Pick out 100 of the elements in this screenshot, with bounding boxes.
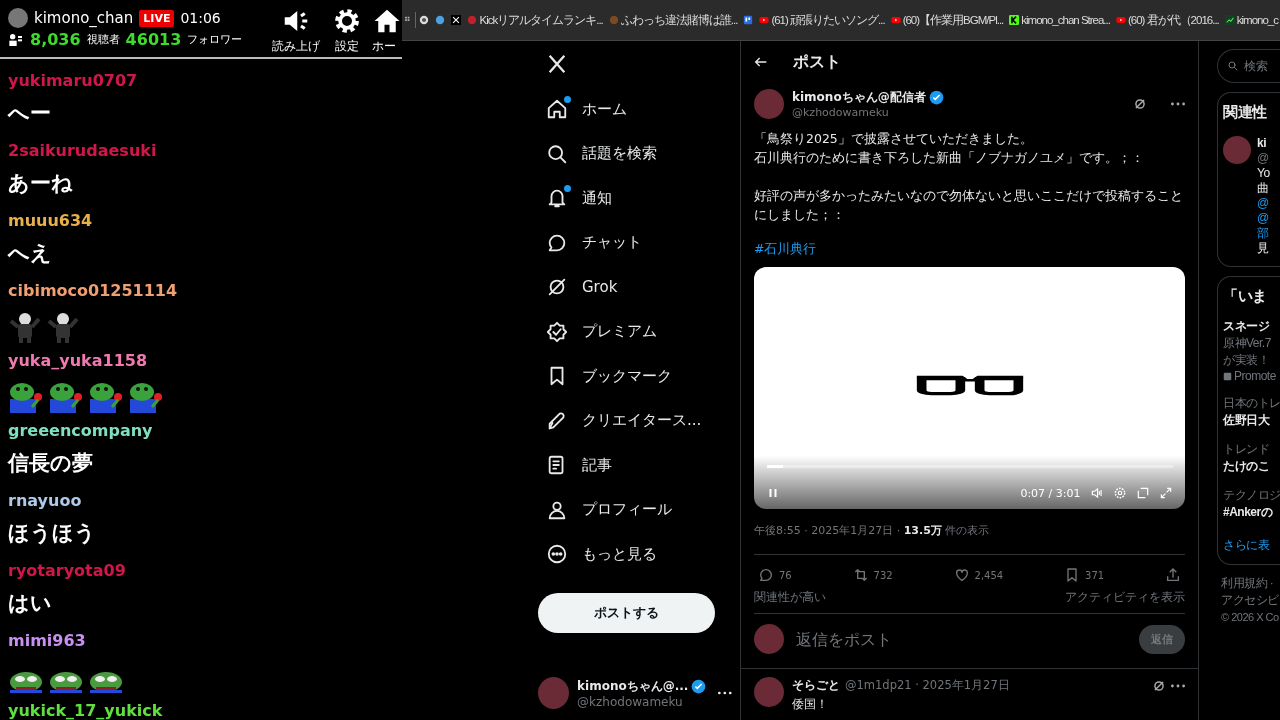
more-icon [546, 543, 568, 566]
chat-username: yukimaru0707 [8, 71, 139, 92]
elapsed-time: 01:06 [180, 10, 221, 26]
toolbar-button[interactable]: ホー [372, 6, 402, 55]
hashtag-link[interactable]: #石川典行 [754, 241, 817, 258]
nav-item[interactable]: Grok [530, 265, 740, 310]
viewers-icon [8, 31, 24, 48]
bookmark-link[interactable]: (60)【作業用BGM/Pl... [888, 11, 1006, 29]
footer-link[interactable]: 利用規約 · [1221, 575, 1280, 592]
promoted-icon [1223, 371, 1232, 381]
card-title: 関連性 [1223, 103, 1268, 122]
x-logo-icon [546, 53, 568, 75]
ring-logo-icon [419, 15, 430, 25]
figure-emote-icon [46, 311, 80, 343]
play-icon [890, 15, 901, 25]
popout-icon[interactable] [1135, 486, 1150, 500]
action-button[interactable]: 2,454 [953, 567, 1004, 583]
trend-item[interactable]: テクノロジ #Ankerの [1223, 487, 1280, 521]
bell-icon [546, 187, 568, 210]
action-button[interactable]: 371 [1064, 567, 1105, 583]
nav-item[interactable]: 記事 [530, 443, 740, 488]
nav-item[interactable]: チャット [530, 220, 740, 265]
chat-message: 信長の夢 [8, 450, 94, 477]
bio-link[interactable]: @ [1257, 211, 1270, 226]
bookmark-link[interactable]: Kickリアルタイムランキ... [465, 11, 605, 29]
frog-emote-icon [88, 381, 124, 413]
settings-icon [332, 6, 362, 36]
follower-label: フォロワー [187, 32, 243, 47]
bookmark-link[interactable]: kimono_chan Strea... [1007, 11, 1112, 29]
more-icon[interactable] [718, 691, 732, 695]
trend-item[interactable]: トレンド たけのこ [1223, 441, 1280, 475]
bio-link[interactable]: @ [1257, 196, 1270, 211]
nav-item[interactable]: プロフィール [530, 487, 740, 532]
play-icon [759, 15, 770, 25]
frog-face-emote-icon [8, 669, 44, 693]
home-icon [546, 98, 568, 121]
footer-link[interactable]: アクセシビ [1221, 592, 1280, 609]
repost-icon [852, 567, 869, 583]
action-button[interactable]: 732 [852, 567, 893, 583]
frog-emote-icon [128, 381, 164, 413]
bio-link[interactable]: 部 [1257, 226, 1270, 241]
bio-text: 見 [1257, 241, 1270, 256]
chat-username: cibimoco01251114 [8, 281, 179, 302]
profile-name: ki [1257, 136, 1267, 151]
account-name: kimonoちゃん@... [577, 677, 689, 695]
toolbar-button[interactable]: 読み上げ [270, 6, 322, 55]
bio-text: Yo [1257, 166, 1270, 181]
share-icon[interactable] [1165, 567, 1181, 583]
like-icon [953, 567, 970, 583]
show-more-link[interactable]: さらに表 [1223, 537, 1280, 554]
nav-item[interactable]: プレミアム [530, 309, 740, 354]
reply-author: そらごと [792, 677, 840, 694]
nav-item[interactable]: 通知 [530, 176, 740, 221]
trend-item[interactable]: スネージ 原神Ver.7 が実装！ Promote [1223, 318, 1280, 383]
live-badge: LIVE [139, 9, 175, 27]
bookmark-link[interactable]: (60) 君が代（2016... [1113, 11, 1221, 29]
reply-text: 倭国！ [792, 696, 829, 713]
footer-link[interactable]: © 2026 X Co [1221, 609, 1280, 626]
bookmark-link[interactable]: ふわっち違法賭博は誰... [606, 11, 740, 29]
trend-title: #Ankerの [1223, 504, 1274, 521]
page-title: ポスト [793, 51, 841, 73]
chat-username: yukick_17_yukick [8, 701, 164, 720]
search-field[interactable]: 検索 [1217, 49, 1280, 83]
channel-name: kimono_chan [34, 9, 134, 27]
settings-icon[interactable] [1112, 486, 1127, 500]
bookmark-icon-link[interactable] [449, 13, 464, 27]
trend-title: たけのこ [1223, 458, 1270, 475]
fullscreen-icon[interactable] [1158, 486, 1173, 500]
nav-item[interactable]: もっと見る [530, 532, 740, 577]
avatar [1223, 136, 1251, 164]
bookmark-link[interactable]: (61) 頑張りたいソング... [757, 11, 887, 29]
account-switcher[interactable]: kimonoちゃん@... @kzhodowameku [530, 671, 740, 715]
search-icon [1227, 60, 1239, 72]
activity-link[interactable]: アクティビティを表示 [1065, 589, 1185, 606]
trend-item[interactable]: 日本のトレ 佐野日大 [1223, 395, 1280, 429]
nav-item[interactable]: クリエイタース... [530, 398, 740, 443]
avatar [754, 677, 784, 707]
more-icon[interactable] [1171, 102, 1185, 106]
action-button[interactable]: 76 [758, 567, 792, 583]
follower-count: 46013 [125, 30, 182, 49]
post-text: 石川典行のために書き下ろした新曲「ノブナガノユメ」です。；： [754, 149, 1145, 167]
avatar [538, 677, 570, 709]
bio-text: 曲 [1257, 181, 1270, 196]
nav-item[interactable]: ホーム [530, 87, 740, 132]
avatar [754, 89, 784, 119]
reply-meta: @1m1dp21 · 2025年1月27日 [845, 678, 1010, 693]
post-button[interactable]: ポストする [538, 592, 715, 633]
volume-icon[interactable] [1089, 486, 1104, 500]
more-icon[interactable] [1171, 683, 1185, 688]
chat-message: へー [8, 100, 52, 127]
trend-category: トレンド [1223, 441, 1270, 458]
sort-dropdown[interactable]: 関連性が高い [754, 589, 826, 606]
viewer-count: 8,036 [30, 30, 81, 49]
frog-face-emote-icon [88, 669, 124, 693]
bookmark-link[interactable]: kimono_c [1222, 11, 1280, 29]
nav-item[interactable]: ブックマーク [530, 354, 740, 399]
toolbar-button[interactable]: 設定 [326, 6, 368, 55]
post-text: 好評の声が多かったみたいなので勿体ないと思いここだけで投稿することにしました；： [754, 187, 1184, 224]
nav-item[interactable]: 話題を検索 [530, 131, 740, 176]
play-icon [1115, 15, 1126, 25]
